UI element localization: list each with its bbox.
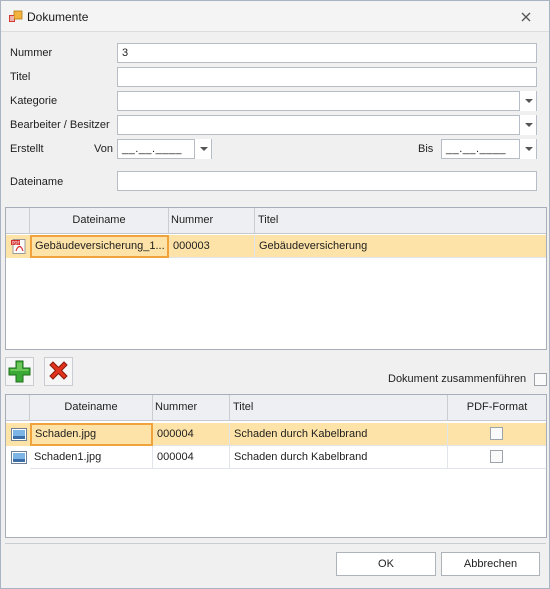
pdf-file-icon: PDF bbox=[11, 239, 26, 254]
nummer-cell[interactable]: 000003 bbox=[169, 235, 255, 258]
column-header-nummer[interactable]: Nummer bbox=[169, 208, 255, 234]
kategorie-label: Kategorie bbox=[10, 95, 58, 107]
chevron-down-icon[interactable] bbox=[519, 115, 536, 135]
kategorie-combobox[interactable] bbox=[117, 91, 537, 111]
documents-grid[interactable]: Dateiname Nummer Titel PDF Gebäudeversic… bbox=[5, 207, 547, 350]
pdf-format-checkbox[interactable] bbox=[490, 450, 503, 463]
table-row[interactable]: PDF Gebäudeversicherung_1... 000003 Gebä… bbox=[6, 235, 546, 258]
ok-button[interactable]: OK bbox=[336, 552, 436, 576]
dateiname-label: Dateiname bbox=[10, 176, 64, 188]
row-indicator-header bbox=[6, 208, 30, 234]
titel-cell[interactable]: Gebäudeversicherung bbox=[255, 235, 546, 258]
merge-documents-checkbox[interactable] bbox=[534, 373, 547, 386]
nummer-cell[interactable]: 000004 bbox=[153, 423, 230, 446]
dateiname-cell[interactable]: Gebäudeversicherung_1... bbox=[30, 235, 169, 258]
image-file-icon bbox=[11, 428, 27, 441]
add-plus-icon bbox=[8, 360, 31, 383]
nummer-value: 3 bbox=[122, 47, 129, 59]
bearbeiter-combobox[interactable] bbox=[117, 115, 537, 135]
footer-divider bbox=[5, 543, 546, 544]
chevron-down-icon[interactable] bbox=[519, 91, 536, 111]
titel-cell[interactable]: Schaden durch Kabelbrand bbox=[230, 423, 448, 446]
dokumente-dialog: Dokumente Nummer 3 Titel Kategorie Bearb… bbox=[0, 0, 550, 589]
documents-grid-header: Dateiname Nummer Titel bbox=[6, 208, 546, 234]
table-row[interactable]: Schaden1.jpg 000004 Schaden durch Kabelb… bbox=[6, 446, 546, 469]
chevron-down-icon[interactable] bbox=[519, 139, 536, 159]
image-file-icon bbox=[11, 451, 27, 464]
title-bar: Dokumente bbox=[1, 1, 549, 32]
files-grid-header: Dateiname Nummer Titel PDF-Format bbox=[6, 395, 546, 421]
add-button[interactable] bbox=[5, 357, 34, 386]
titel-cell[interactable]: Schaden durch Kabelbrand bbox=[230, 446, 448, 469]
dateiname-cell[interactable]: Schaden1.jpg bbox=[30, 446, 153, 469]
bis-date-value: __.__.____ bbox=[446, 143, 507, 155]
row-indicator-header bbox=[6, 395, 30, 421]
von-date-picker[interactable]: __.__.____ bbox=[117, 139, 212, 159]
pdf-format-checkbox[interactable] bbox=[490, 427, 503, 440]
nummer-cell[interactable]: 000004 bbox=[153, 446, 230, 469]
window-title: Dokumente bbox=[27, 10, 89, 24]
chevron-down-icon[interactable] bbox=[194, 139, 211, 159]
bearbeiter-label: Bearbeiter / Besitzer bbox=[10, 119, 110, 131]
column-header-dateiname[interactable]: Dateiname bbox=[30, 208, 169, 234]
nummer-label: Nummer bbox=[10, 47, 53, 59]
von-date-value: __.__.____ bbox=[122, 143, 183, 155]
close-icon[interactable] bbox=[516, 7, 536, 27]
table-row[interactable]: Schaden.jpg 000004 Schaden durch Kabelbr… bbox=[6, 423, 546, 446]
nummer-field[interactable]: 3 bbox=[117, 43, 537, 63]
document-app-icon bbox=[9, 10, 23, 22]
dateiname-field[interactable] bbox=[117, 171, 537, 191]
column-header-dateiname[interactable]: Dateiname bbox=[30, 395, 153, 421]
bis-label: Bis bbox=[418, 143, 434, 155]
column-header-nummer[interactable]: Nummer bbox=[153, 395, 230, 421]
pdf-format-cell bbox=[448, 446, 546, 469]
pdf-format-cell bbox=[448, 423, 546, 446]
titel-label: Titel bbox=[10, 71, 31, 83]
dateiname-cell[interactable]: Schaden.jpg bbox=[30, 423, 153, 446]
svg-text:PDF: PDF bbox=[12, 240, 20, 245]
delete-x-icon bbox=[49, 361, 68, 380]
merge-documents-label: Dokument zusammenführen bbox=[388, 373, 527, 385]
column-header-titel[interactable]: Titel bbox=[230, 395, 448, 421]
delete-button[interactable] bbox=[44, 357, 73, 386]
column-header-titel[interactable]: Titel bbox=[255, 208, 546, 234]
erstellt-label: Erstellt bbox=[10, 143, 44, 155]
titel-field[interactable] bbox=[117, 67, 537, 87]
bis-date-picker[interactable]: __.__.____ bbox=[441, 139, 537, 159]
column-header-pdf-format[interactable]: PDF-Format bbox=[448, 395, 546, 421]
von-label: Von bbox=[94, 143, 113, 155]
files-grid[interactable]: Dateiname Nummer Titel PDF-Format Schade… bbox=[5, 394, 547, 538]
cancel-button[interactable]: Abbrechen bbox=[441, 552, 540, 576]
